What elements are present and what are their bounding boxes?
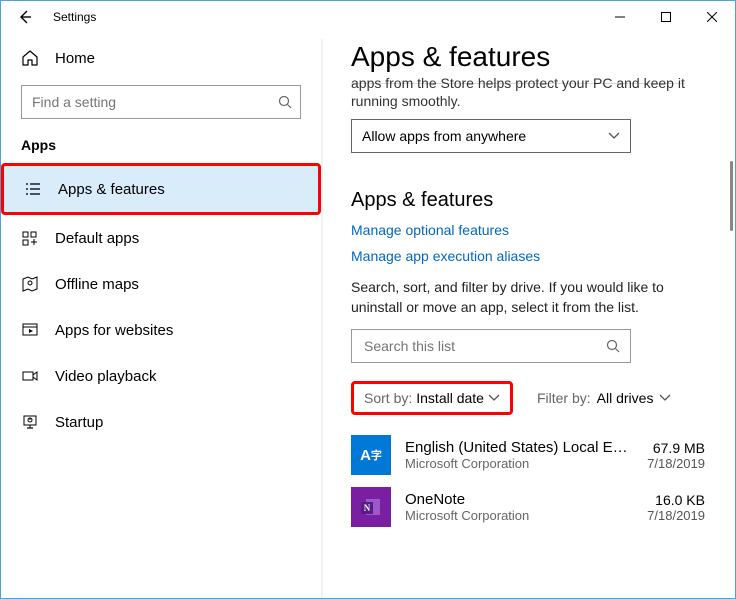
chevron-down-icon bbox=[608, 132, 620, 140]
home-nav[interactable]: Home bbox=[1, 39, 321, 77]
sidebar-item-offline-maps[interactable]: Offline maps bbox=[1, 261, 321, 307]
close-button[interactable] bbox=[689, 1, 735, 33]
main-panel: Apps & features apps from the Store help… bbox=[321, 33, 735, 598]
home-icon bbox=[21, 49, 39, 67]
sidebar-item-startup[interactable]: Startup bbox=[1, 399, 321, 445]
app-name: English (United States) Local Exp… bbox=[405, 439, 633, 456]
chevron-down-icon bbox=[488, 394, 500, 402]
app-icon: A字 bbox=[351, 435, 391, 475]
startup-icon bbox=[21, 413, 39, 431]
app-size: 67.9 MB bbox=[647, 440, 705, 456]
home-label: Home bbox=[55, 50, 95, 67]
app-date: 7/18/2019 bbox=[647, 456, 705, 471]
map-icon bbox=[21, 275, 39, 293]
scrollbar-thumb[interactable] bbox=[730, 161, 733, 231]
intro-text-line2: running smoothly. bbox=[351, 93, 705, 109]
websites-icon bbox=[21, 321, 39, 339]
settings-window: Settings Home bbox=[0, 0, 736, 599]
app-row[interactable]: N OneNote Microsoft Corporation 16.0 KB … bbox=[351, 481, 705, 533]
sidebar-item-apps-for-websites[interactable]: Apps for websites bbox=[1, 307, 321, 353]
back-button[interactable] bbox=[9, 5, 41, 29]
app-meta: 67.9 MB 7/18/2019 bbox=[647, 440, 705, 471]
sort-filter-row: Sort by: Install date Filter by: All dri… bbox=[351, 381, 705, 415]
app-list: A字 English (United States) Local Exp… Mi… bbox=[351, 429, 705, 533]
sidebar: Home Apps Apps & features Default ap bbox=[1, 33, 321, 598]
chevron-down-icon bbox=[659, 394, 671, 402]
list-icon bbox=[24, 180, 42, 198]
sidebar-item-label: Default apps bbox=[55, 230, 139, 247]
defaults-icon bbox=[21, 229, 39, 247]
titlebar-left: Settings bbox=[9, 5, 96, 29]
sidebar-item-apps-features[interactable]: Apps & features bbox=[1, 163, 321, 215]
video-icon bbox=[21, 367, 39, 385]
search-icon bbox=[278, 95, 292, 109]
window-controls bbox=[597, 1, 735, 33]
sort-by-dropdown[interactable]: Sort by: Install date bbox=[351, 381, 513, 415]
minimize-button[interactable] bbox=[597, 1, 643, 33]
sidebar-item-label: Offline maps bbox=[55, 276, 139, 293]
sidebar-item-label: Startup bbox=[55, 414, 103, 431]
app-search-input[interactable] bbox=[362, 337, 606, 355]
window-title: Settings bbox=[53, 10, 96, 24]
app-source-value: Allow apps from anywhere bbox=[362, 128, 526, 144]
sort-value: Install date bbox=[416, 390, 484, 406]
link-optional-features[interactable]: Manage optional features bbox=[351, 222, 705, 238]
filter-by-dropdown[interactable]: Filter by: All drives bbox=[537, 390, 671, 406]
sidebar-item-default-apps[interactable]: Default apps bbox=[1, 215, 321, 261]
app-publisher: Microsoft Corporation bbox=[405, 508, 633, 523]
app-date: 7/18/2019 bbox=[647, 508, 705, 523]
sidebar-search-input[interactable] bbox=[30, 93, 278, 111]
search-icon bbox=[606, 339, 620, 353]
link-execution-aliases[interactable]: Manage app execution aliases bbox=[351, 248, 705, 264]
sidebar-item-label: Apps for websites bbox=[55, 322, 173, 339]
page-title: Apps & features bbox=[351, 41, 705, 73]
app-publisher: Microsoft Corporation bbox=[405, 456, 633, 471]
sidebar-section-heading: Apps bbox=[1, 133, 321, 163]
section-title: Apps & features bbox=[351, 189, 705, 212]
maximize-button[interactable] bbox=[643, 1, 689, 33]
helper-text: Search, sort, and filter by drive. If yo… bbox=[351, 278, 705, 317]
window-body: Home Apps Apps & features Default ap bbox=[1, 33, 735, 598]
app-text: OneNote Microsoft Corporation bbox=[405, 491, 633, 523]
sort-label: Sort by: bbox=[364, 390, 412, 406]
app-row[interactable]: A字 English (United States) Local Exp… Mi… bbox=[351, 429, 705, 481]
svg-text:N: N bbox=[364, 503, 371, 513]
sidebar-item-video-playback[interactable]: Video playback bbox=[1, 353, 321, 399]
filter-label: Filter by: bbox=[537, 390, 591, 406]
app-source-dropdown[interactable]: Allow apps from anywhere bbox=[351, 119, 631, 153]
sidebar-item-label: Apps & features bbox=[58, 181, 165, 198]
filter-value: All drives bbox=[597, 390, 654, 406]
sidebar-item-label: Video playback bbox=[55, 368, 156, 385]
app-icon: N bbox=[351, 487, 391, 527]
titlebar: Settings bbox=[1, 1, 735, 33]
app-search[interactable] bbox=[351, 329, 631, 363]
app-text: English (United States) Local Exp… Micro… bbox=[405, 439, 633, 471]
sidebar-search[interactable] bbox=[21, 85, 301, 119]
app-name: OneNote bbox=[405, 491, 633, 508]
intro-text-truncated: apps from the Store helps protect your P… bbox=[351, 75, 705, 91]
app-size: 16.0 KB bbox=[647, 492, 705, 508]
app-meta: 16.0 KB 7/18/2019 bbox=[647, 492, 705, 523]
